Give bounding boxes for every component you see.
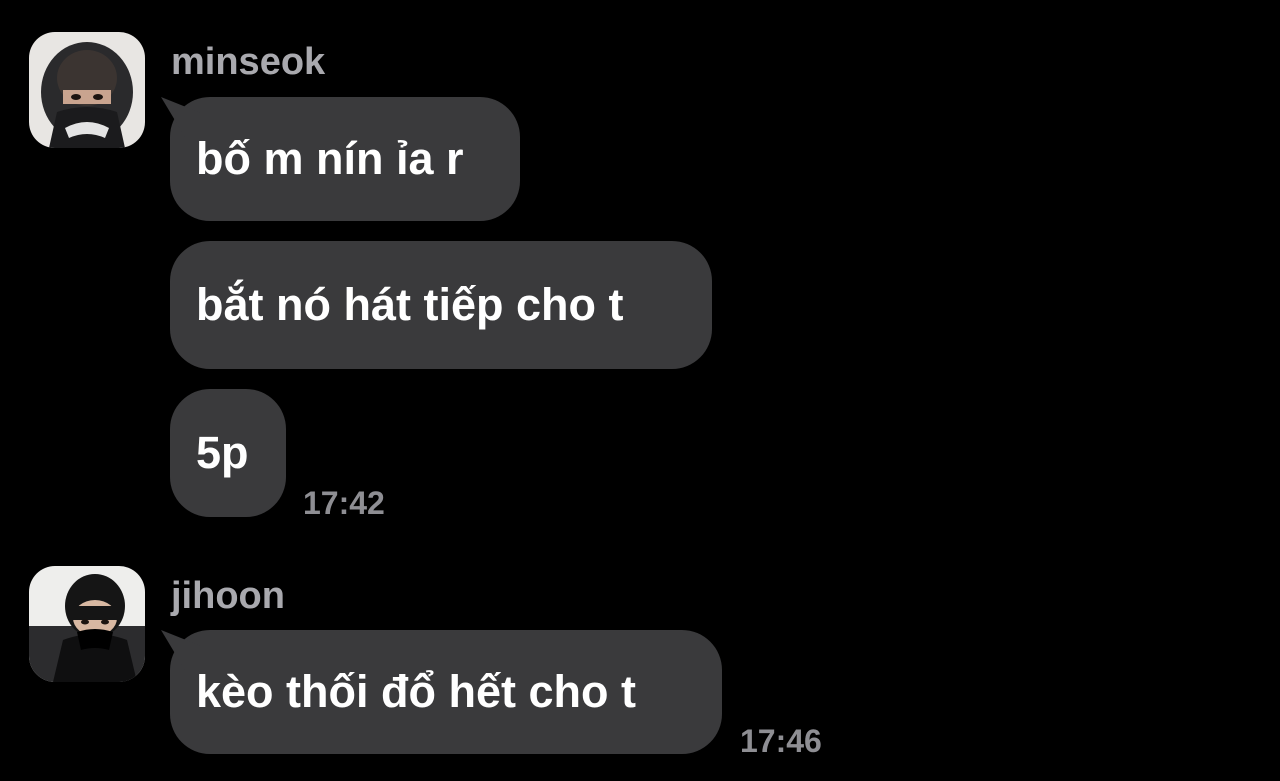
message-timestamp: 17:46: [740, 723, 822, 759]
message-text: bắt nó hát tiếp cho t: [196, 279, 624, 330]
sender-name-jihoon: jihoon: [171, 575, 285, 617]
avatar-photo-icon: [29, 566, 145, 682]
avatar-photo-icon: [29, 32, 145, 148]
message-text: kèo thối đổ hết cho t: [196, 666, 636, 717]
avatar-jihoon[interactable]: [29, 566, 145, 682]
message-text: bố m nín ỉa r: [196, 133, 464, 184]
message-bubble[interactable]: bắt nó hát tiếp cho t: [170, 241, 712, 369]
message-bubble[interactable]: bố m nín ỉa r: [170, 97, 520, 221]
message-timestamp: 17:42: [303, 485, 385, 521]
avatar-minseok[interactable]: [29, 32, 145, 148]
message-bubble[interactable]: kèo thối đổ hết cho t: [170, 630, 722, 754]
message-bubble[interactable]: 5p: [170, 389, 286, 517]
message-text: 5p: [196, 427, 249, 478]
sender-name-minseok: minseok: [171, 41, 326, 83]
